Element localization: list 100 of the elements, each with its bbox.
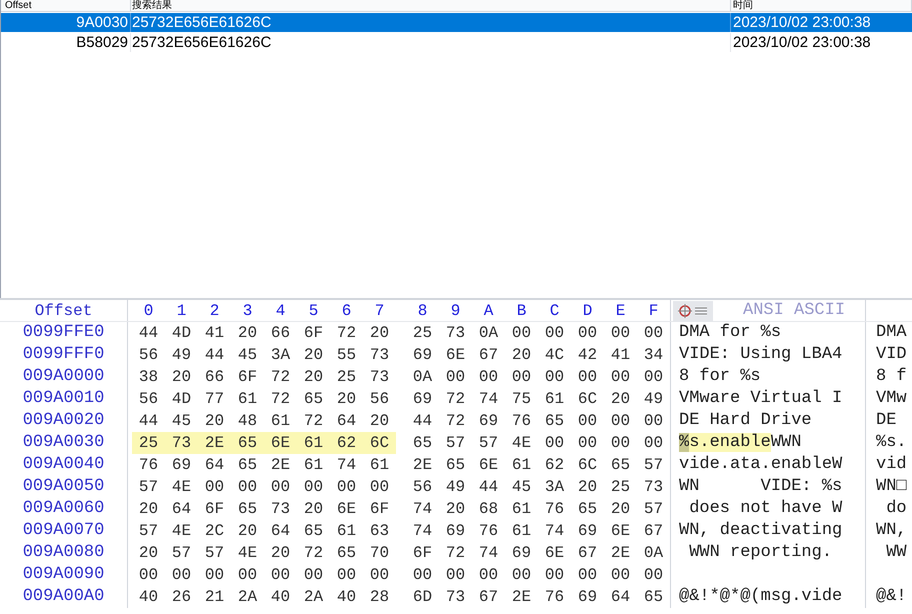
hex-byte: 64 [170,499,192,520]
column-number: F [648,301,660,321]
hex-byte: 65 [302,389,324,410]
offset-label: 009A0080 [0,542,128,564]
hex-byte: 28 [368,587,390,608]
hex-byte: 73 [368,367,390,388]
result-row[interactable]: 9A0030 25732E656E61626C 2023/10/02 23:00:38 [1,13,912,32]
hex-byte: 61 [302,433,324,454]
hex-byte: 20 [610,499,632,520]
hex-byte: 73 [444,323,466,344]
hex-byte: 4E [170,521,192,542]
hex-byte: 45 [170,411,192,432]
hex-byte: 25 [138,433,160,454]
offset-header: Offset [0,300,128,321]
hex-byte: 55 [336,345,358,366]
hex-byte: 69 [412,389,434,410]
hex-byte: 00 [510,323,532,344]
ascii-text: VIDE: Using LBA4 [679,345,842,364]
hex-byte: 2A [236,587,258,608]
ascii-text: vid [876,455,907,474]
hex-byte: 64 [610,587,632,608]
hex-byte: 64 [270,521,292,542]
hex-byte: 62 [544,455,566,476]
hex-byte: 61 [336,521,358,542]
offset-label: 009A0090 [0,564,128,586]
hex-byte: 00 [610,411,632,432]
hex-byte: 41 [204,323,226,344]
hex-byte: 73 [270,499,292,520]
hex-byte: 00 [610,565,632,586]
hex-byte: 00 [544,433,566,454]
column-number: 8 [416,301,428,321]
crosshair-icon[interactable] [673,300,713,320]
hex-byte: 61 [510,499,532,520]
hex-byte: 20 [236,521,258,542]
hex-byte: 00 [444,565,466,586]
hex-byte: 25 [336,367,358,388]
hex-byte: 20 [236,323,258,344]
offset-label: 009A0040 [0,454,128,476]
ascii-text: DMA for %s [679,323,782,342]
ascii-text: vide.ata.enableW [679,455,842,474]
hex-byte: 20 [510,345,532,366]
hex-byte: 61 [270,411,292,432]
hex-byte: 2E [204,433,226,454]
hex-byte: 20 [270,543,292,564]
hex-byte: 70 [368,543,390,564]
hex-byte: 64 [204,455,226,476]
hex-byte: 65 [444,455,466,476]
hex-byte: 00 [642,323,664,344]
ascii-text: DE [876,411,896,430]
column-header[interactable]: Offset [1,0,131,11]
hex-byte: 0A [478,323,500,344]
hex-byte: 6E [544,543,566,564]
hex-byte: 00 [576,433,598,454]
offset-label: 0099FFF0 [0,344,128,366]
hex-byte: 74 [336,455,358,476]
ascii-text: s.enable [689,433,771,452]
ascii-text: do [885,499,907,518]
column-number: 0 [142,301,154,321]
ascii-text: WN, deactivating [679,521,842,540]
hex-byte: 63 [368,521,390,542]
hex-byte: 57 [642,499,664,520]
hex-byte: 0A [642,543,664,564]
hex-byte: 61 [510,521,532,542]
hex-byte: 26 [170,587,192,608]
hex-byte: 61 [544,389,566,410]
column-number: E [614,301,626,321]
hex-byte: 69 [170,455,192,476]
column-number: 6 [340,301,352,321]
column-header[interactable]: 搜索结果 [131,0,731,11]
hex-byte: 00 [204,565,226,586]
hex-byte: 57 [170,543,192,564]
offset-label: 009A0020 [0,410,128,432]
hex-byte: 20 [368,323,390,344]
hex-byte: 4D [170,323,192,344]
hex-byte: 44 [138,411,160,432]
offset-label: 009A00A0 [0,586,128,608]
ascii-text: @&! [876,587,907,606]
hex-byte: 61 [302,455,324,476]
column-number: 4 [274,301,286,321]
ascii-text: DMA [876,323,907,342]
hex-byte: 72 [336,323,358,344]
table-cell: 9A0030 [1,13,131,32]
hex-byte: 2C [204,521,226,542]
hex-byte: 65 [576,499,598,520]
result-row[interactable]: B58029 25732E656E61626C 2023/10/02 23:00:38 [1,33,912,52]
hex-byte: 72 [444,389,466,410]
ascii-text: does not have W [688,499,842,518]
hex-byte: 76 [478,521,500,542]
ascii-text: WN VIDE: %s [679,477,842,496]
hex-byte: 00 [576,367,598,388]
hex-byte: 41 [610,345,632,366]
hex-byte: 4C [544,345,566,366]
offset-label: 0099FFE0 [0,322,128,344]
hex-byte: 00 [336,565,358,586]
column-header[interactable]: 时间 [731,0,912,11]
hex-byte: 4E [510,433,532,454]
ascii-text: WN, [876,521,907,540]
table-cell-text: 2023/10/02 23:00:38 [732,13,872,32]
hex-byte: 20 [444,499,466,520]
hex-byte: 00 [478,565,500,586]
